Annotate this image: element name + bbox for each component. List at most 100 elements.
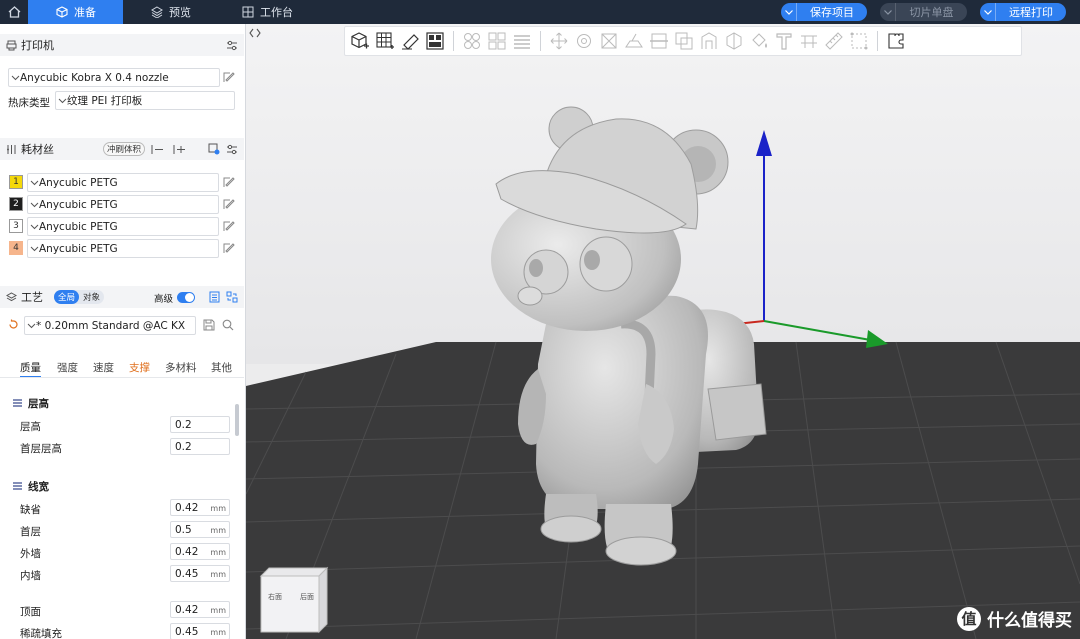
- seam-paint-button[interactable]: [723, 30, 745, 52]
- param-value: 0.45: [175, 567, 199, 580]
- 3d-viewport[interactable]: 右面 后面 值 什么值得买: [246, 24, 1080, 639]
- home-icon: [8, 6, 20, 18]
- line-width-inner-wall-input[interactable]: 0.45 mm: [170, 565, 230, 582]
- add-object-button[interactable]: [349, 30, 371, 52]
- chevron-down-icon[interactable]: [880, 3, 896, 21]
- filament-slot-3[interactable]: 3: [9, 219, 23, 233]
- emboss-tool-button[interactable]: [798, 30, 820, 52]
- bed-type-select[interactable]: 纹理 PEI 打印板: [55, 91, 235, 110]
- measure-tool-button[interactable]: [823, 30, 845, 52]
- compare-icon[interactable]: [226, 291, 238, 303]
- save-icon[interactable]: [203, 319, 215, 331]
- boolean-tool-button[interactable]: [673, 30, 695, 52]
- settings-sliders-icon[interactable]: [226, 40, 238, 51]
- param-value: 0.45: [175, 625, 199, 638]
- param-label: 内墙: [20, 570, 41, 582]
- filament-slot-2[interactable]: 2: [9, 197, 23, 211]
- tab-workbench[interactable]: 工作台: [242, 0, 293, 24]
- tab-preview[interactable]: 预览: [151, 0, 191, 24]
- split-parts-button[interactable]: [486, 30, 508, 52]
- arrange-button[interactable]: [424, 30, 446, 52]
- chevron-down-icon[interactable]: [781, 3, 797, 21]
- advanced-toggle[interactable]: [177, 292, 195, 303]
- process-tabs: 质量 强度 速度 支撑 多材料 其他: [0, 357, 244, 378]
- filament-select-2[interactable]: Anycubic PETG: [27, 195, 219, 214]
- tab-prepare[interactable]: 准备: [28, 0, 123, 24]
- scale-tool-button[interactable]: [598, 30, 620, 52]
- process-preset-value: * 0.20mm Standard @AC KX: [36, 319, 186, 332]
- edit-icon[interactable]: [223, 71, 235, 83]
- edit-icon[interactable]: [223, 220, 235, 232]
- chevron-down-icon[interactable]: [980, 3, 996, 21]
- text-tool-button[interactable]: [773, 30, 795, 52]
- filament-slot-1[interactable]: 1: [9, 175, 23, 189]
- tab-quality[interactable]: 质量: [20, 360, 41, 378]
- filament-name: Anycubic PETG: [39, 242, 118, 255]
- add-filament-icon[interactable]: [173, 144, 186, 155]
- line-width-default-input[interactable]: 0.42 mm: [170, 499, 230, 516]
- move-tool-button[interactable]: [548, 30, 570, 52]
- sidebar-scrollbar[interactable]: [235, 404, 239, 436]
- lay-on-face-button[interactable]: [623, 30, 645, 52]
- param-value: 0.2: [175, 418, 192, 431]
- filament-sync-icon[interactable]: [208, 143, 220, 155]
- remove-filament-icon[interactable]: [151, 144, 164, 155]
- bed-type-value: 纹理 PEI 打印板: [67, 95, 143, 107]
- edit-icon[interactable]: [223, 176, 235, 188]
- scope-object[interactable]: 对象: [79, 290, 104, 304]
- settings-sliders-icon[interactable]: [226, 144, 238, 155]
- layers-icon: [151, 6, 163, 18]
- layer-height-input[interactable]: 0.2: [170, 416, 230, 433]
- filament-select-1[interactable]: Anycubic PETG: [27, 173, 219, 192]
- edit-icon[interactable]: [223, 242, 235, 254]
- chevron-down-icon: [58, 98, 67, 103]
- tab-strength[interactable]: 强度: [57, 360, 78, 375]
- split-objects-button[interactable]: [461, 30, 483, 52]
- auto-orient-icon: [402, 34, 419, 50]
- tab-support[interactable]: 支撑: [129, 360, 150, 375]
- chevron-down-icon: [30, 224, 39, 229]
- chevron-down-icon: [30, 246, 39, 251]
- process-preset-select[interactable]: * 0.20mm Standard @AC KX: [24, 316, 196, 335]
- list-icon[interactable]: [209, 291, 220, 303]
- support-paint-button[interactable]: [698, 30, 720, 52]
- tab-others[interactable]: 其他: [211, 360, 232, 375]
- filament-slot-number: 1: [13, 177, 19, 187]
- filament-select-3[interactable]: Anycubic PETG: [27, 217, 219, 236]
- flush-volume-button[interactable]: 冲刷体积: [103, 142, 145, 156]
- collapse-sidebar-button[interactable]: [249, 27, 263, 41]
- plate-grid-icon: [376, 32, 394, 49]
- layers-button[interactable]: [511, 30, 533, 52]
- scope-global[interactable]: 全局: [54, 290, 80, 304]
- color-paint-button[interactable]: [748, 30, 770, 52]
- line-width-outer-wall-input[interactable]: 0.42 mm: [170, 543, 230, 560]
- line-width-sparse-infill-input[interactable]: 0.45 mm: [170, 623, 230, 639]
- rotate-tool-button[interactable]: [573, 30, 595, 52]
- tab-speed[interactable]: 速度: [93, 360, 114, 375]
- remote-print-label: 远程打印: [1009, 6, 1053, 19]
- edit-icon[interactable]: [223, 198, 235, 210]
- grid-icon: [242, 6, 254, 18]
- layers-icon: [6, 291, 17, 301]
- assembly-tool-button[interactable]: [848, 30, 870, 52]
- process-scope-switch[interactable]: 全局 对象: [54, 290, 105, 304]
- puzzle-plugin-button[interactable]: [885, 30, 907, 52]
- save-project-button[interactable]: 保存项目: [781, 3, 867, 21]
- filament-slot-4[interactable]: 4: [9, 241, 23, 255]
- filament-select-4[interactable]: Anycubic PETG: [27, 239, 219, 258]
- search-icon[interactable]: [222, 319, 234, 331]
- printer-select[interactable]: Anycubic Kobra X 0.4 nozzle: [8, 68, 220, 87]
- tab-multimaterial[interactable]: 多材料: [165, 360, 197, 375]
- line-width-first-layer-input[interactable]: 0.5 mm: [170, 521, 230, 538]
- process-section-title: 工艺: [21, 291, 43, 304]
- home-button[interactable]: [0, 0, 28, 24]
- first-layer-height-input[interactable]: 0.2: [170, 438, 230, 455]
- auto-orient-button[interactable]: [399, 30, 421, 52]
- remote-print-button[interactable]: 远程打印: [980, 3, 1066, 21]
- reset-icon[interactable]: [8, 319, 19, 330]
- add-plate-button[interactable]: [374, 30, 396, 52]
- cut-tool-button[interactable]: [648, 30, 670, 52]
- line-width-top-surface-input[interactable]: 0.42 mm: [170, 601, 230, 618]
- navcube-right-face: 右面: [268, 593, 282, 601]
- slice-plate-button[interactable]: 切片单盘: [880, 3, 967, 21]
